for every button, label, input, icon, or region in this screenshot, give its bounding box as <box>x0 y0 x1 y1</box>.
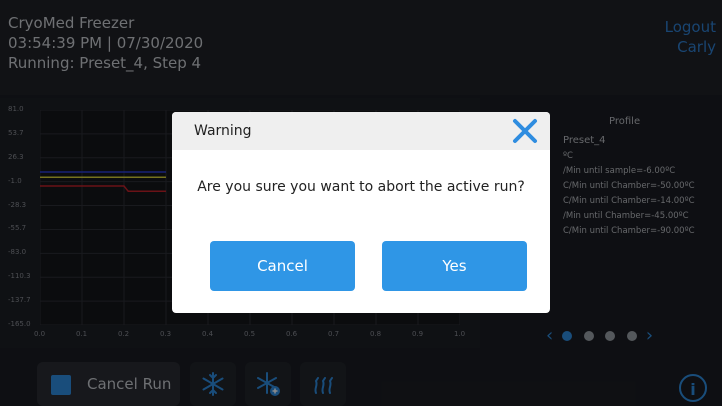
yes-button[interactable]: Yes <box>382 241 527 291</box>
dialog-message: Are you sure you want to abort the activ… <box>197 179 525 195</box>
cancel-button[interactable]: Cancel <box>210 241 355 291</box>
dialog-title: Warning <box>194 123 252 139</box>
dialog-header: Warning <box>172 112 550 150</box>
warning-dialog: Warning Are you sure you want to abort t… <box>172 112 550 313</box>
close-icon[interactable] <box>510 116 540 146</box>
